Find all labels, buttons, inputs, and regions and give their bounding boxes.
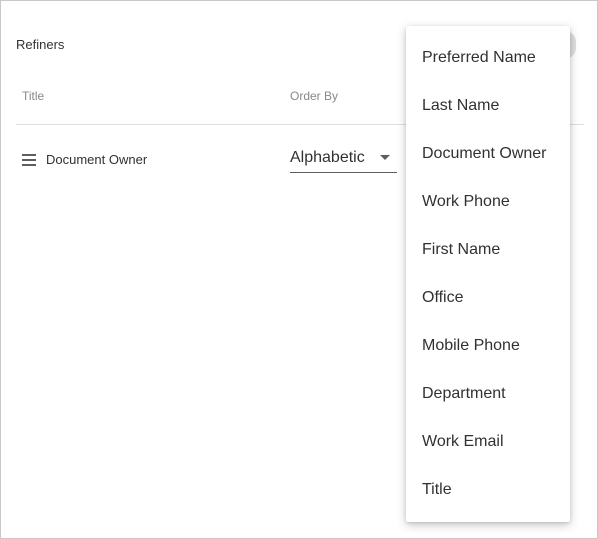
- menu-item-preferred-name[interactable]: Preferred Name: [406, 34, 570, 82]
- menu-item-first-name[interactable]: First Name: [406, 226, 570, 274]
- refiners-panel: Refiners Title Order By Document Owner A…: [0, 0, 598, 539]
- column-header-title: Title: [22, 89, 45, 103]
- menu-item-document-owner[interactable]: Document Owner: [406, 130, 570, 178]
- chevron-down-icon: [380, 155, 390, 160]
- menu-item-title[interactable]: Title: [406, 466, 570, 514]
- panel-title: Refiners: [16, 37, 65, 52]
- menu-item-mobile-phone[interactable]: Mobile Phone: [406, 322, 570, 370]
- menu-item-work-phone[interactable]: Work Phone: [406, 178, 570, 226]
- column-header-order-by: Order By: [290, 89, 339, 103]
- refiner-row-title: Document Owner: [46, 152, 148, 167]
- menu-item-work-email[interactable]: Work Email: [406, 418, 570, 466]
- refiner-property-menu: Preferred Name Last Name Document Owner …: [406, 26, 570, 522]
- drag-handle-icon[interactable]: [22, 154, 36, 166]
- menu-item-last-name[interactable]: Last Name: [406, 82, 570, 130]
- menu-item-office[interactable]: Office: [406, 274, 570, 322]
- order-by-dropdown[interactable]: Alphabetic: [290, 147, 397, 173]
- order-by-value: Alphabetic: [290, 149, 365, 166]
- menu-item-department[interactable]: Department: [406, 370, 570, 418]
